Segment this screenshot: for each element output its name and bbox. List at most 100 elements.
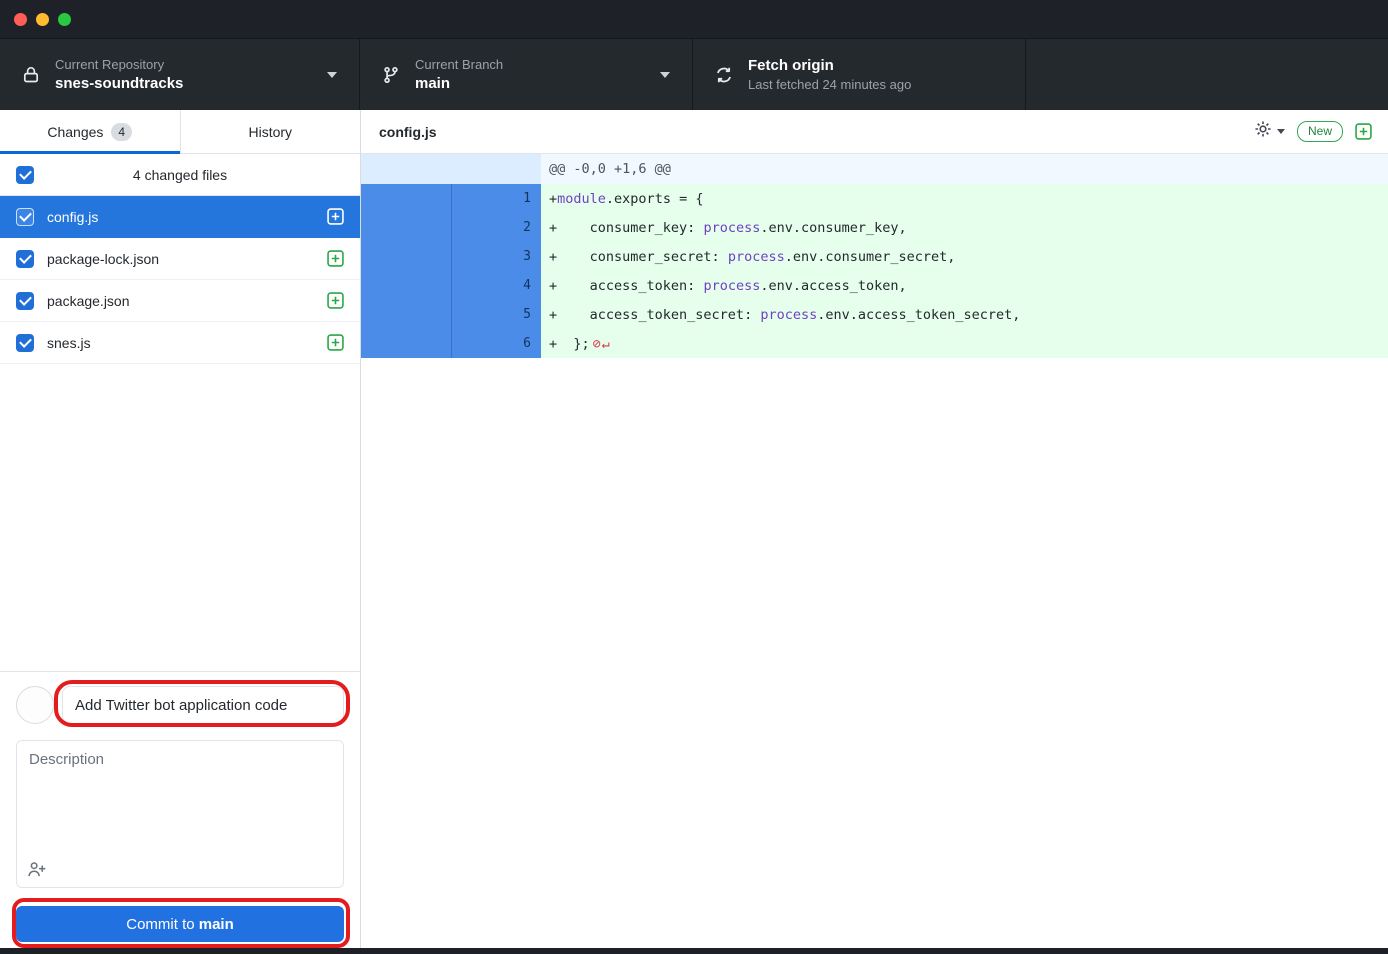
description-input[interactable] (17, 741, 343, 847)
diff-code-line: + consumer_key: process.env.consumer_key… (541, 213, 1388, 242)
new-line-number: 1 (452, 184, 541, 213)
titlebar (0, 0, 1388, 38)
zoom-window-button[interactable] (58, 13, 71, 26)
sidebar: Changes 4 History 4 changed files config… (0, 110, 361, 954)
diff-code-line: +module.exports = { (541, 184, 1388, 213)
file-include-checkbox[interactable] (16, 292, 34, 310)
old-line-number (361, 271, 452, 300)
code-segment: + (549, 191, 557, 207)
code-segment: ⊘↵ (593, 336, 611, 352)
code-segment: .env.access_token, (760, 278, 906, 294)
tab-changes[interactable]: Changes 4 (0, 110, 181, 153)
file-row-snes.js[interactable]: snes.js (0, 322, 360, 364)
tab-history[interactable]: History (181, 110, 361, 153)
code-segment: process (728, 249, 785, 265)
code-segment: process (760, 307, 817, 323)
description-box (16, 740, 344, 888)
file-include-checkbox[interactable] (16, 334, 34, 352)
current-repository-dropdown[interactable]: Current Repository snes-soundtracks (0, 39, 360, 110)
code-segment: + access_token_secret: (549, 307, 760, 323)
branch-text: Current Branch main (415, 57, 503, 92)
window-body: Changes 4 History 4 changed files config… (0, 110, 1388, 954)
chevron-down-icon (1277, 129, 1285, 134)
changed-files-count: 4 changed files (133, 167, 227, 183)
lock-icon (22, 66, 40, 84)
summary-input[interactable] (62, 686, 344, 724)
changed-files-header: 4 changed files (0, 154, 360, 196)
hunk-header-row: @@ -0,0 +1,6 @@ (361, 154, 1388, 184)
plus-square-icon (327, 250, 344, 267)
diff-line-gutter[interactable]: 4 (361, 271, 541, 300)
tab-history-label: History (248, 124, 292, 140)
chevron-down-icon (660, 72, 670, 78)
avatar (16, 686, 54, 724)
diff-code-line: + access_token: process.env.access_token… (541, 271, 1388, 300)
add-coauthor-icon[interactable] (27, 860, 46, 879)
diff-view: @@ -0,0 +1,6 @@ 1+module.exports = {2+ c… (361, 154, 1388, 954)
code-segment: + consumer_secret: (549, 249, 728, 265)
file-row-package-lock.json[interactable]: package-lock.json (0, 238, 360, 280)
code-segment: + access_token: (549, 278, 703, 294)
file-name: snes.js (47, 335, 314, 351)
old-line-number (361, 213, 452, 242)
diff-code-line: + consumer_secret: process.env.consumer_… (541, 242, 1388, 271)
sidebar-tabs: Changes 4 History (0, 110, 360, 154)
new-line-number: 2 (452, 213, 541, 242)
diff-line-4: 4+ access_token: process.env.access_toke… (361, 271, 1388, 300)
file-name: package-lock.json (47, 251, 314, 267)
commit-form: Commit to main (0, 671, 360, 954)
branch-name: main (415, 75, 503, 92)
diff-line-2: 2+ consumer_key: process.env.consumer_ke… (361, 213, 1388, 242)
file-include-checkbox[interactable] (16, 208, 34, 226)
code-segment: .env.consumer_secret, (785, 249, 956, 265)
plus-square-icon[interactable] (1355, 123, 1372, 140)
window-bottom-edge (0, 948, 1388, 954)
diff-line-6: 6+ };⊘↵ (361, 329, 1388, 358)
tab-changes-label: Changes (47, 124, 103, 140)
diff-pane: config.js New (361, 110, 1388, 954)
new-line-number: 5 (452, 300, 541, 329)
summary-row (16, 686, 344, 724)
diff-line-5: 5+ access_token_secret: process.env.acce… (361, 300, 1388, 329)
git-branch-icon (382, 66, 400, 84)
file-name: config.js (47, 209, 314, 225)
file-name: package.json (47, 293, 314, 309)
close-window-button[interactable] (14, 13, 27, 26)
diff-header-actions: New (1254, 120, 1372, 143)
gear-icon (1254, 120, 1272, 143)
diff-line-gutter[interactable]: 1 (361, 184, 541, 213)
diff-lines: 1+module.exports = {2+ consumer_key: pro… (361, 184, 1388, 358)
fetch-origin-button[interactable]: Fetch origin Last fetched 24 minutes ago (693, 39, 1026, 110)
file-include-checkbox[interactable] (16, 250, 34, 268)
branch-label: Current Branch (415, 57, 503, 72)
minimize-window-button[interactable] (36, 13, 49, 26)
file-row-package.json[interactable]: package.json (0, 280, 360, 322)
diff-line-gutter[interactable]: 3 (361, 242, 541, 271)
old-line-number (361, 184, 452, 213)
new-file-badge: New (1297, 121, 1343, 142)
toolbar: Current Repository snes-soundtracks Curr… (0, 38, 1388, 110)
plus-square-icon (327, 208, 344, 225)
hunk-header-text: @@ -0,0 +1,6 @@ (541, 154, 1388, 184)
file-row-config.js[interactable]: config.js (0, 196, 360, 238)
commit-button[interactable]: Commit to main (16, 906, 344, 942)
diff-header: config.js New (361, 110, 1388, 154)
old-line-number (361, 242, 452, 271)
fetch-label: Fetch origin (748, 57, 911, 74)
repository-label: Current Repository (55, 57, 183, 72)
diff-line-gutter[interactable]: 2 (361, 213, 541, 242)
diff-line-gutter[interactable]: 6 (361, 329, 541, 358)
diff-line-gutter[interactable]: 5 (361, 300, 541, 329)
diff-options-dropdown[interactable] (1254, 120, 1285, 143)
diff-file-name: config.js (379, 124, 437, 140)
diff-code-line: + access_token_secret: process.env.acces… (541, 300, 1388, 329)
new-line-number: 3 (452, 242, 541, 271)
current-branch-dropdown[interactable]: Current Branch main (360, 39, 693, 110)
hunk-gutter (361, 154, 541, 184)
file-list: config.js package-lock.json package.json sn… (0, 196, 360, 671)
select-all-checkbox[interactable] (16, 166, 34, 184)
repository-name: snes-soundtracks (55, 75, 183, 92)
code-segment: + consumer_key: (549, 220, 703, 236)
code-segment: process (703, 220, 760, 236)
code-segment: process (703, 278, 760, 294)
